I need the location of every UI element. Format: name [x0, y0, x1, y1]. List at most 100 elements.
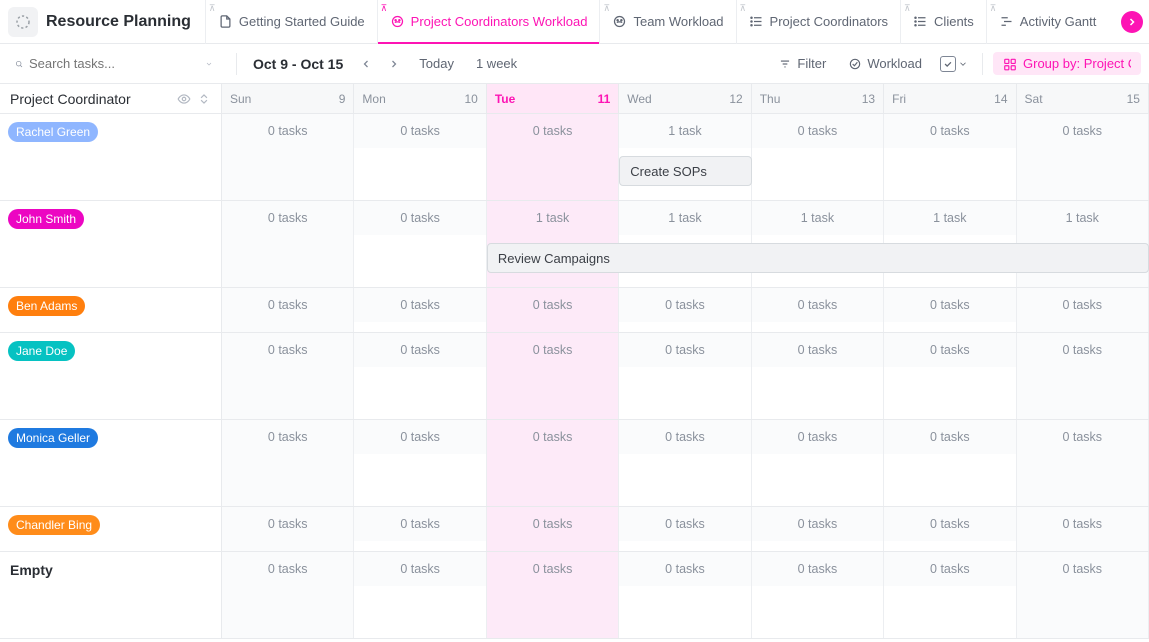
grid-cell[interactable]: [222, 586, 354, 638]
grid-cell[interactable]: [1017, 322, 1149, 332]
person-badge[interactable]: Rachel Green: [8, 122, 98, 142]
search-input[interactable]: [29, 56, 205, 71]
grid-cell[interactable]: [354, 235, 486, 287]
person-badge[interactable]: Monica Geller: [8, 428, 98, 448]
grid-cell[interactable]: [752, 148, 884, 200]
day-headers: Sun9Mon10Tue11Wed12Thu13Fri14 Sat 15: [222, 84, 1149, 113]
search-icon: [15, 57, 23, 71]
day-header[interactable]: Wed12: [619, 84, 751, 113]
grid-cell[interactable]: [487, 148, 619, 200]
person-badge[interactable]: Ben Adams: [8, 296, 85, 316]
day-name: Wed: [627, 92, 651, 106]
grid-cell[interactable]: [884, 541, 1016, 551]
grid-cell[interactable]: [222, 148, 354, 200]
grid-cell[interactable]: [884, 148, 1016, 200]
person-badge[interactable]: Jane Doe: [8, 341, 75, 361]
grid-cell[interactable]: [619, 541, 751, 551]
grid-cell[interactable]: [1017, 367, 1149, 419]
range-select[interactable]: 1 week: [468, 52, 525, 75]
grid-cell[interactable]: [487, 322, 619, 332]
row-header[interactable]: Chandler Bing: [0, 507, 222, 551]
grid-cell[interactable]: [487, 367, 619, 419]
task-bar[interactable]: Review Campaigns: [487, 243, 1149, 273]
summary-cell: 0 tasks: [752, 507, 884, 541]
grid-cell[interactable]: [752, 322, 884, 332]
grid-cell[interactable]: [354, 322, 486, 332]
grid-cell[interactable]: [752, 454, 884, 506]
next-week-button[interactable]: [383, 53, 405, 75]
grid-cell[interactable]: [1017, 541, 1149, 551]
pin-icon: ⊼: [740, 3, 747, 14]
row-header[interactable]: Monica Geller: [0, 420, 222, 506]
show-toggle[interactable]: [936, 54, 972, 74]
row-header[interactable]: Rachel Green: [0, 114, 222, 200]
grid-cell[interactable]: [619, 367, 751, 419]
row-header[interactable]: John Smith: [0, 201, 222, 287]
grid-cell[interactable]: [222, 322, 354, 332]
grid-cell[interactable]: [354, 586, 486, 638]
grid-cell[interactable]: [884, 367, 1016, 419]
grid-cell[interactable]: [752, 367, 884, 419]
grid-cell[interactable]: [884, 322, 1016, 332]
grid-cell[interactable]: [884, 454, 1016, 506]
today-button[interactable]: Today: [411, 52, 462, 75]
grid-cell[interactable]: [354, 454, 486, 506]
day-number: 15: [1127, 92, 1140, 106]
grid-cell[interactable]: [354, 367, 486, 419]
grid-cell[interactable]: [354, 541, 486, 551]
group-column-header[interactable]: Project Coordinator: [0, 84, 222, 113]
grid-cell[interactable]: [619, 586, 751, 638]
grid-cell[interactable]: [487, 541, 619, 551]
row-header[interactable]: Ben Adams: [0, 288, 222, 332]
task-bar[interactable]: Create SOPs: [619, 156, 751, 186]
day-number: 11: [598, 92, 611, 106]
collapse-icon[interactable]: [197, 92, 211, 106]
eye-icon[interactable]: [177, 92, 191, 106]
day-header[interactable]: Mon10: [354, 84, 486, 113]
group-by-button[interactable]: Group by: Project Coordinator: [993, 52, 1141, 75]
grid-cell[interactable]: [222, 541, 354, 551]
grid-cell[interactable]: [752, 541, 884, 551]
grid-cell[interactable]: [487, 586, 619, 638]
grid-cell[interactable]: [619, 322, 751, 332]
grid-cell[interactable]: [1017, 148, 1149, 200]
tab-project-coordinators-workload[interactable]: ⊼Project Coordinators Workload: [377, 0, 600, 44]
tab-activity-gantt[interactable]: ⊼Activity Gantt: [986, 0, 1109, 44]
date-range[interactable]: Oct 9 - Oct 15: [247, 56, 349, 72]
search-input-wrap[interactable]: [8, 50, 226, 78]
grid-cell[interactable]: [222, 367, 354, 419]
tabs-scroll-right-button[interactable]: [1121, 11, 1143, 33]
day-header[interactable]: Thu13: [752, 84, 884, 113]
grid-cell[interactable]: [752, 586, 884, 638]
grid-cell[interactable]: [884, 586, 1016, 638]
day-header[interactable]: Fri14: [884, 84, 1016, 113]
day-name: Sat: [1025, 92, 1043, 106]
workload-button[interactable]: Workload: [840, 52, 930, 75]
grid-cell[interactable]: [1017, 586, 1149, 638]
grid-cell[interactable]: [1017, 454, 1149, 506]
person-badge[interactable]: John Smith: [8, 209, 84, 229]
day-header[interactable]: Tue11: [487, 84, 619, 113]
summary-cell: 0 tasks: [487, 420, 619, 454]
summary-cell: 0 tasks: [884, 288, 1016, 322]
summary-cell: 0 tasks: [487, 507, 619, 541]
workload-row: John Smith0 tasks0 tasks1 task1 task1 ta…: [0, 201, 1149, 288]
row-header[interactable]: Empty: [0, 552, 222, 638]
grid-cell[interactable]: [619, 454, 751, 506]
day-header[interactable]: Sat 15: [1017, 84, 1149, 113]
person-badge[interactable]: Chandler Bing: [8, 515, 100, 535]
filter-button[interactable]: Filter: [770, 52, 834, 75]
prev-week-button[interactable]: [355, 53, 377, 75]
tab-clients[interactable]: ⊼Clients: [900, 0, 986, 44]
grid-cell[interactable]: [487, 454, 619, 506]
summary-cell: 1 task: [752, 201, 884, 235]
grid-cell[interactable]: [222, 454, 354, 506]
top-bar: Resource Planning ⊼Getting Started Guide…: [0, 0, 1149, 44]
grid-cell[interactable]: [354, 148, 486, 200]
tab-team-workload[interactable]: ⊼Team Workload: [599, 0, 735, 44]
tab-getting-started-guide[interactable]: ⊼Getting Started Guide: [205, 0, 377, 44]
tab-project-coordinators[interactable]: ⊼Project Coordinators: [736, 0, 901, 44]
day-header[interactable]: Sun9: [222, 84, 354, 113]
grid-cell[interactable]: [222, 235, 354, 287]
row-header[interactable]: Jane Doe: [0, 333, 222, 419]
